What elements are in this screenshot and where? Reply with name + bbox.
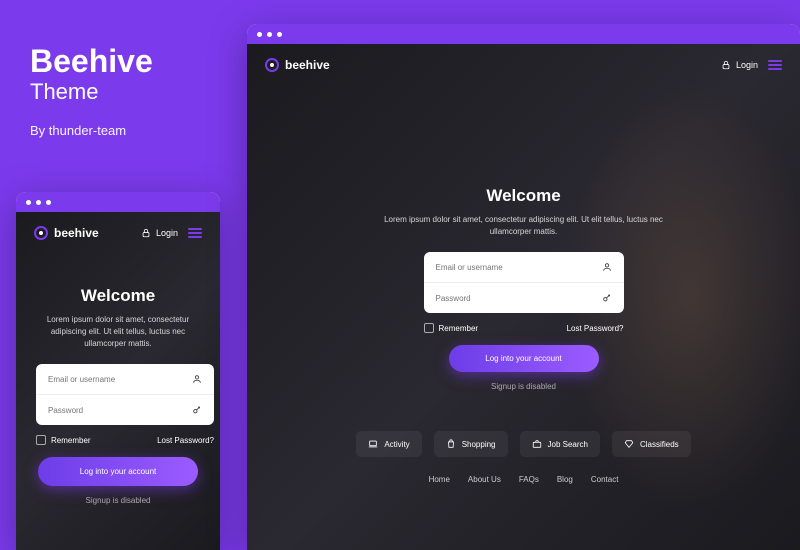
category-activity[interactable]: Activity — [356, 431, 421, 457]
login-card — [424, 252, 624, 313]
mobile-app: beehive Login Welcome Lorem ipsum dolor … — [16, 212, 220, 550]
checkbox-box — [424, 323, 434, 333]
bag-icon — [446, 439, 456, 449]
email-field-row — [36, 364, 214, 395]
mobile-preview-frame: beehive Login Welcome Lorem ipsum dolor … — [16, 192, 220, 550]
login-submit-button[interactable]: Log into your account — [449, 345, 599, 372]
lost-password-link[interactable]: Lost Password? — [567, 324, 624, 333]
brand-logo-icon — [265, 58, 279, 72]
login-label: Login — [156, 228, 178, 238]
category-shopping[interactable]: Shopping — [434, 431, 508, 457]
briefcase-icon — [532, 439, 542, 449]
top-actions: Login — [141, 228, 202, 238]
user-icon — [602, 262, 612, 272]
key-icon — [602, 293, 612, 303]
remember-label: Remember — [51, 436, 91, 445]
footer-link-faqs[interactable]: FAQs — [519, 475, 539, 484]
category-label: Classifieds — [640, 440, 679, 449]
lock-icon — [721, 60, 731, 70]
category-label: Job Search — [548, 440, 588, 449]
remember-label: Remember — [439, 324, 479, 333]
login-link[interactable]: Login — [141, 228, 178, 238]
footer-link-about[interactable]: About Us — [468, 475, 501, 484]
hero: Welcome Lorem ipsum dolor sit amet, cons… — [16, 286, 220, 505]
promo-subtitle: Theme — [30, 79, 153, 105]
signup-disabled-note: Signup is disabled — [36, 496, 200, 505]
form-options-row: Remember Lost Password? — [424, 323, 624, 333]
window-dot — [267, 32, 272, 37]
laptop-icon — [368, 439, 378, 449]
diamond-icon — [624, 439, 634, 449]
brand-logo-icon — [34, 226, 48, 240]
email-field-row — [424, 252, 624, 283]
key-icon — [192, 405, 202, 415]
category-label: Shopping — [462, 440, 496, 449]
category-job-search[interactable]: Job Search — [520, 431, 600, 457]
category-classifieds[interactable]: Classifieds — [612, 431, 691, 457]
login-link[interactable]: Login — [721, 60, 758, 70]
menu-icon[interactable] — [768, 60, 782, 70]
window-dot — [26, 200, 31, 205]
password-field[interactable] — [48, 406, 192, 415]
footer-link-home[interactable]: Home — [429, 475, 450, 484]
password-field[interactable] — [436, 294, 602, 303]
email-field[interactable] — [436, 263, 602, 272]
window-dot — [36, 200, 41, 205]
desktop-preview-frame: beehive Login Welcome Lorem ipsum dolor … — [247, 24, 800, 550]
login-card — [36, 364, 214, 425]
category-row: Activity Shopping Job Search Classifieds — [247, 431, 800, 457]
footer-link-contact[interactable]: Contact — [591, 475, 619, 484]
promo-byline: By thunder-team — [30, 123, 153, 138]
checkbox-box — [36, 435, 46, 445]
category-label: Activity — [384, 440, 409, 449]
window-dot — [257, 32, 262, 37]
brand-name: beehive — [54, 226, 99, 240]
login-submit-button[interactable]: Log into your account — [38, 457, 198, 486]
user-icon — [192, 374, 202, 384]
hero: Welcome Lorem ipsum dolor sit amet, cons… — [247, 186, 800, 391]
login-label: Login — [736, 60, 758, 70]
hero-title: Welcome — [267, 186, 780, 206]
remember-checkbox[interactable]: Remember — [36, 435, 91, 445]
brand-name: beehive — [285, 58, 330, 72]
password-field-row — [424, 283, 624, 313]
form-options-row: Remember Lost Password? — [36, 435, 214, 445]
hero-title: Welcome — [36, 286, 200, 306]
hero-description: Lorem ipsum dolor sit amet, consectetur … — [36, 314, 200, 350]
top-actions: Login — [721, 60, 782, 70]
menu-icon[interactable] — [188, 228, 202, 238]
topbar: beehive Login — [247, 44, 800, 86]
lock-icon — [141, 228, 151, 238]
promo-block: Beehive Theme By thunder-team — [30, 45, 153, 138]
topbar: beehive Login — [16, 212, 220, 254]
window-titlebar — [16, 192, 220, 212]
footer-link-blog[interactable]: Blog — [557, 475, 573, 484]
desktop-app: beehive Login Welcome Lorem ipsum dolor … — [247, 44, 800, 550]
window-titlebar — [247, 24, 800, 44]
hero-description: Lorem ipsum dolor sit amet, consectetur … — [384, 214, 664, 238]
password-field-row — [36, 395, 214, 425]
brand-logo[interactable]: beehive — [265, 58, 330, 72]
window-dot — [277, 32, 282, 37]
promo-title: Beehive — [30, 45, 153, 77]
footer-nav: Home About Us FAQs Blog Contact — [247, 475, 800, 484]
signup-disabled-note: Signup is disabled — [267, 382, 780, 391]
window-dot — [46, 200, 51, 205]
lost-password-link[interactable]: Lost Password? — [157, 436, 214, 445]
email-field[interactable] — [48, 375, 192, 384]
brand-logo[interactable]: beehive — [34, 226, 99, 240]
remember-checkbox[interactable]: Remember — [424, 323, 479, 333]
